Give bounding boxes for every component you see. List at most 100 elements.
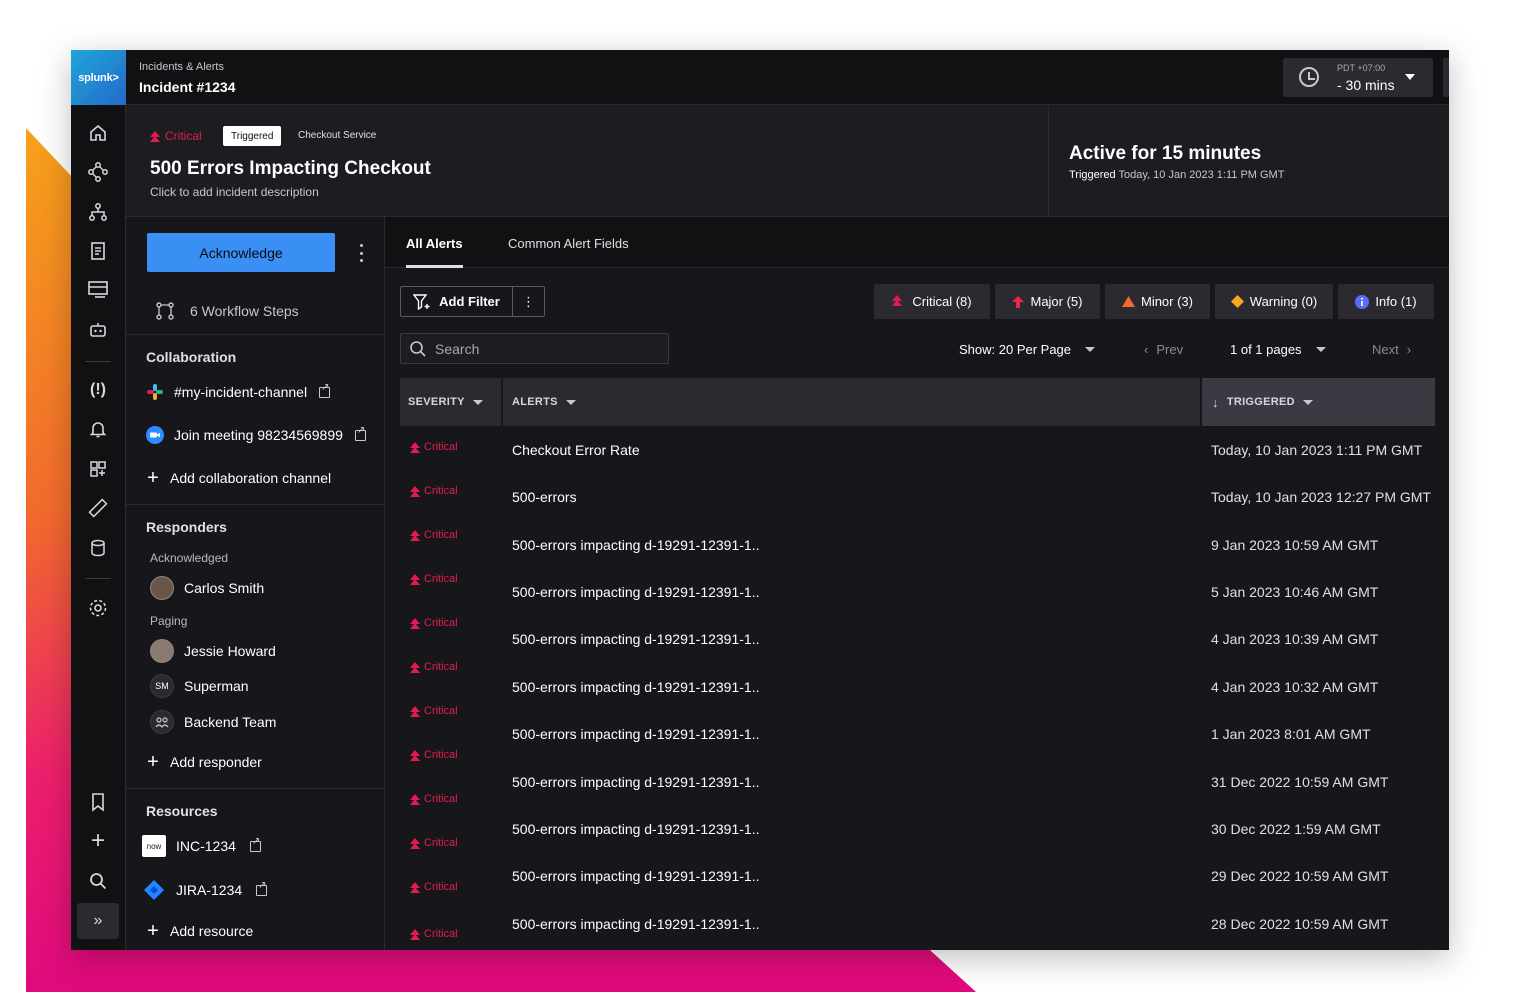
bookmark-icon[interactable] (86, 790, 110, 814)
time-range-picker[interactable]: PDT +07:00 - 30 mins (1283, 58, 1433, 97)
bell-icon[interactable] (86, 417, 110, 441)
severity-text: Critical (424, 485, 458, 497)
topology-icon[interactable] (86, 160, 110, 184)
triggered-time: 5 Jan 2023 10:46 AM GMT (1211, 584, 1379, 600)
alert-name[interactable]: Checkout Error Rate (512, 442, 640, 458)
severity-cell: Critical (410, 793, 458, 805)
incident-description[interactable]: Click to add incident description (150, 185, 319, 199)
topbar-edge-button[interactable] (1443, 58, 1449, 97)
nav-divider (85, 361, 111, 362)
alert-name[interactable]: 500-errors impacting d-19291-12391-1.. (512, 821, 759, 837)
severity-badge: Critical (150, 129, 202, 143)
database-icon[interactable] (86, 536, 110, 560)
filter-more-options-icon[interactable]: ⋮ (513, 287, 544, 316)
resource-jira-1234[interactable]: JIRA-1234 (142, 879, 268, 901)
expand-icon[interactable]: » (77, 903, 119, 939)
alert-icon[interactable]: (!) (86, 378, 110, 402)
plus-icon: + (147, 920, 159, 942)
incident-title[interactable]: 500 Errors Impacting Checkout (150, 158, 431, 180)
incident-header: Critical Triggered Checkout Service 500 … (126, 105, 1449, 217)
table-row[interactable]: Critical 500-errors impacting d-19291-12… (400, 617, 1435, 675)
column-triggered[interactable]: ↓ TRIGGERED (1202, 378, 1435, 426)
alert-name[interactable]: 500-errors impacting d-19291-12391-1.. (512, 726, 759, 742)
responder-carlos-smith[interactable]: Carlos Smith (150, 576, 264, 600)
responder-superman[interactable]: SM Superman (150, 674, 249, 698)
severity-cell: Critical (410, 881, 458, 893)
triggered-time: 1 Jan 2023 8:01 AM GMT (1211, 726, 1371, 742)
severity-text: Critical (424, 749, 458, 761)
hierarchy-icon[interactable] (86, 200, 110, 224)
alert-name[interactable]: 500-errors impacting d-19291-12391-1.. (512, 537, 759, 553)
server-icon[interactable] (86, 278, 110, 302)
breadcrumb[interactable]: Incidents & Alerts (139, 61, 224, 73)
filter-chip-info[interactable]: Info (1) (1338, 284, 1434, 319)
chevron-down-icon (1302, 399, 1313, 405)
add-collaboration-button[interactable]: + Add collaboration channel (146, 468, 331, 488)
more-options-icon[interactable] (356, 241, 366, 265)
triggered-time: 9 Jan 2023 10:59 AM GMT (1211, 537, 1379, 553)
workflow-steps[interactable]: 6 Workflow Steps (154, 300, 299, 322)
resource-inc-1234[interactable]: now INC-1234 (142, 835, 261, 857)
home-icon[interactable] (86, 121, 110, 145)
gear-icon[interactable] (86, 596, 110, 620)
alert-name[interactable]: 500-errors impacting d-19291-12391-1.. (512, 584, 759, 600)
filter-chip-minor[interactable]: Minor (3) (1105, 284, 1210, 319)
responder-jessie-howard[interactable]: Jessie Howard (150, 639, 276, 663)
alert-name[interactable]: 500-errors (512, 489, 577, 505)
robot-icon[interactable] (86, 318, 110, 342)
next-page-button[interactable]: Next › (1372, 342, 1411, 357)
alert-name[interactable]: 500-errors impacting d-19291-12391-1.. (512, 774, 759, 790)
severity-text: Critical (424, 573, 458, 585)
warning-icon (1230, 295, 1244, 308)
alert-name[interactable]: 500-errors impacting d-19291-12391-1.. (512, 868, 759, 884)
service-name[interactable]: Checkout Service (298, 130, 376, 141)
per-page-select[interactable]: Show: 20 Per Page (959, 342, 1096, 357)
alert-name[interactable]: 500-errors impacting d-19291-12391-1.. (512, 679, 759, 695)
severity-text: Critical (424, 661, 458, 673)
triggered-time: Today, 10 Jan 2023 1:11 PM GMT (1211, 442, 1423, 458)
table-row[interactable]: Critical 500-errors impacting d-19291-12… (400, 749, 1435, 818)
top-bar: splunk> Incidents & Alerts Incident #123… (71, 50, 1449, 105)
filter-chip-warning[interactable]: Warning (0) (1215, 284, 1333, 319)
table-row[interactable]: Critical 500-errors impacting d-19291-12… (400, 705, 1435, 770)
column-severity[interactable]: SEVERITY (408, 378, 483, 426)
responder-name: Carlos Smith (184, 580, 265, 596)
search-input[interactable]: Search (400, 333, 669, 364)
add-filter-button[interactable]: Add Filter (401, 287, 513, 316)
ruler-icon[interactable] (86, 496, 110, 520)
filter-chip-critical[interactable]: Critical (8) (874, 284, 990, 319)
table-row[interactable]: Critical 500-errors Today, 10 Jan 2023 1… (400, 485, 1435, 533)
responder-backend-team[interactable]: Backend Team (150, 710, 276, 734)
severity-text: Critical (424, 881, 458, 893)
next-label: Next (1372, 342, 1399, 357)
table-row[interactable]: Critical (400, 928, 1435, 950)
add-resource-button[interactable]: + Add resource (146, 921, 253, 941)
page-select[interactable]: 1 of 1 pages (1230, 342, 1326, 357)
zoom-meeting-link[interactable]: Join meeting 98234569899 (146, 425, 366, 444)
table-row[interactable]: Critical 500-errors impacting d-19291-12… (400, 793, 1435, 865)
table-row[interactable]: Critical Checkout Error Rate Today, 10 J… (400, 441, 1435, 486)
search-icon[interactable] (86, 869, 110, 893)
slack-channel-link[interactable]: #my-incident-channel (146, 382, 331, 401)
document-icon[interactable] (86, 239, 110, 263)
column-alerts[interactable]: ALERTS (512, 378, 576, 426)
plus-icon: + (147, 467, 159, 489)
plus-icon[interactable]: + (86, 827, 110, 854)
splunk-logo[interactable]: splunk> (71, 50, 126, 105)
table-row[interactable]: Critical 500-errors impacting d-19291-12… (400, 573, 1435, 628)
column-label: SEVERITY (408, 396, 465, 408)
nav-divider (85, 578, 111, 579)
filter-chip-major[interactable]: Major (5) (995, 284, 1100, 319)
dashboard-icon[interactable] (86, 457, 110, 481)
acknowledge-button[interactable]: Acknowledge (147, 233, 335, 272)
alert-name[interactable]: 500-errors impacting d-19291-12391-1.. (512, 631, 759, 647)
status-badge: Triggered (223, 126, 282, 146)
table-row[interactable]: Critical 500-errors impacting d-19291-12… (400, 661, 1435, 723)
tab-all-alerts[interactable]: All Alerts (406, 236, 463, 251)
add-responder-button[interactable]: + Add responder (146, 752, 262, 772)
active-duration: Active for 15 minutes (1069, 143, 1262, 164)
prev-page-button[interactable]: ‹ Prev (1144, 342, 1183, 357)
table-row[interactable]: Critical 500-errors impacting d-19291-12… (400, 837, 1435, 912)
tab-common-alert-fields[interactable]: Common Alert Fields (508, 236, 629, 251)
table-row[interactable]: Critical 500-errors impacting d-19291-12… (400, 529, 1435, 581)
